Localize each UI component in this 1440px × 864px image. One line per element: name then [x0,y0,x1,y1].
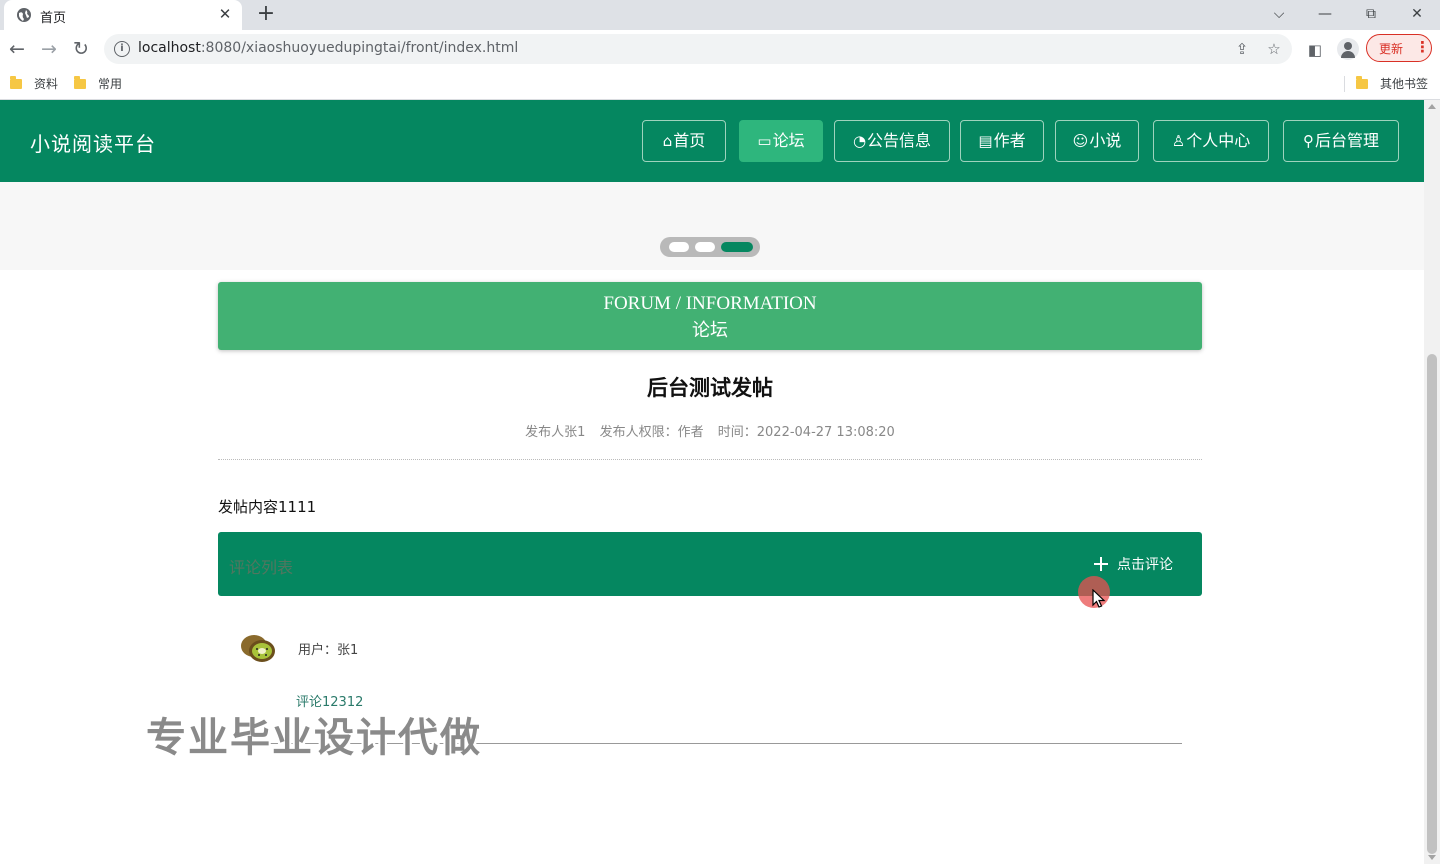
nav-label: 个人中心 [1186,131,1251,150]
user-icon: ♙ [1171,132,1186,150]
minimize-button[interactable]: — [1302,0,1348,30]
share-icon[interactable]: ⇪ [1232,39,1252,59]
bookmarks-separator [1344,76,1345,92]
add-comment-label: 点击评论 [1117,557,1173,573]
url-text[interactable]: localhost:8080/xiaoshuoyuedupingtai/fron… [138,40,518,56]
bookmark-label: 常用 [98,77,123,91]
carousel-dot-1[interactable] [669,242,689,252]
carousel-dot-3[interactable] [721,242,753,252]
comment-user: 用户：张1 [298,643,359,658]
scroll-up-icon[interactable] [1428,104,1436,109]
scroll-down-icon[interactable] [1428,855,1436,860]
section-title-banner: FORUM / INFORMATION 论坛 [218,282,1202,350]
bookmark-folder-changyong[interactable]: 常用 [74,74,122,94]
other-bookmarks[interactable]: 其他书签 [1356,74,1428,94]
tab-title: 首页 [40,11,67,26]
site-title: 小说阅读平台 [30,132,156,156]
nav-label: 公告信息 [867,131,932,150]
nav-authors[interactable]: ▤作者 [960,120,1044,162]
page-viewport: 小说阅读平台 ⌂首页 ▭论坛 ◔公告信息 ▤作者 ☺小说 ♙个人中心 ⚲后台管理… [0,100,1424,864]
post-role: 发布人权限：作者 [599,425,704,440]
scroll-thumb[interactable] [1427,354,1437,854]
browser-toolbar: ← → ↻ i localhost:8080/xiaoshuoyueduping… [0,30,1440,68]
new-tab-button[interactable]: + [254,2,278,26]
post-time: 时间：2022-04-27 13:08:20 [717,425,895,440]
back-icon[interactable]: ← [4,36,30,62]
address-bar[interactable]: i localhost:8080/xiaoshuoyuedupingtai/fr… [104,34,1292,64]
restore-button[interactable]: ⧉ [1348,0,1394,30]
comment-list-label: 评论列表 [229,558,294,577]
add-comment-button[interactable]: 点击评论 [1094,554,1173,574]
nav-profile[interactable]: ♙个人中心 [1153,120,1269,162]
section-title-cn: 论坛 [692,320,728,341]
post-divider [218,459,1202,460]
folder-icon [10,76,22,89]
url-host: localhost [138,40,201,56]
nav-label: 小说 [1089,131,1122,150]
carousel-dot-2[interactable] [695,242,715,252]
post-title: 后台测试发帖 [647,376,773,400]
document-icon: ▤ [978,132,993,150]
bookmark-label: 资料 [34,77,59,91]
home-icon: ⌂ [662,132,673,150]
bookmark-label: 其他书签 [1380,77,1429,91]
nav-home[interactable]: ⌂首页 [642,120,726,162]
nav-forum[interactable]: ▭论坛 [739,120,823,162]
forum-icon: ▭ [757,132,772,150]
folder-icon [1356,76,1368,89]
watermark-text: 专业毕业设计代做 [146,715,482,761]
url-path: :8080/xiaoshuoyuedupingtai/front/index.h… [200,40,519,56]
dashboard-icon: ◔ [852,132,867,150]
nav-label: 后台管理 [1314,131,1379,150]
update-button[interactable]: 更新 ⋮ [1366,34,1432,62]
menu-dots-icon: ⋮ [1415,38,1430,56]
forward-icon[interactable]: → [36,36,62,62]
tab-close-icon[interactable]: ✕ [216,5,234,23]
nav-label: 作者 [993,131,1026,150]
browser-tab[interactable]: 首页 ✕ [4,0,242,30]
side-panel-icon[interactable]: ◧ [1304,39,1326,61]
face-icon: ☺ [1072,132,1089,150]
bookmark-star-icon[interactable]: ☆ [1264,39,1284,59]
nav-announcements[interactable]: ◔公告信息 [834,120,950,162]
plus-icon [1094,557,1108,571]
post-author: 发布人张1 [525,425,586,440]
nav-label: 论坛 [772,131,805,150]
close-window-button[interactable]: ✕ [1394,0,1440,30]
reload-icon[interactable]: ↻ [68,36,94,62]
comment-list-bar: 评论列表 点击评论 [218,532,1202,596]
mouse-cursor-icon [1092,589,1106,608]
section-title-en: FORUM / INFORMATION [603,293,817,314]
nav-novels[interactable]: ☺小说 [1055,120,1139,162]
nav-label: 首页 [673,131,706,150]
update-label: 更新 [1379,42,1404,56]
carousel-indicator [660,237,760,257]
folder-icon [74,76,86,89]
profile-avatar-icon[interactable] [1337,38,1359,60]
browser-tab-strip: 首页 ✕ + ⌵ — ⧉ ✕ [0,0,1440,30]
site-info-icon[interactable]: i [114,41,130,57]
kiwi-avatar-icon [241,635,275,662]
globe-icon [17,8,31,22]
page-scrollbar[interactable] [1424,100,1440,864]
nav-admin[interactable]: ⚲后台管理 [1283,120,1399,162]
bookmarks-bar: 资料 常用 其他书签 [0,68,1440,100]
post-meta: 发布人张1 发布人权限：作者 时间：2022-04-27 13:08:20 [218,421,1202,440]
post-content: 发帖内容1111 [218,498,317,516]
site-header: 小说阅读平台 ⌂首页 ▭论坛 ◔公告信息 ▤作者 ☺小说 ♙个人中心 ⚲后台管理 [0,100,1424,182]
tab-search-icon[interactable]: ⌵ [1256,0,1302,30]
bookmark-folder-ziliao[interactable]: 资料 [10,74,58,94]
link-icon: ⚲ [1302,132,1314,150]
carousel-banner [0,182,1424,270]
